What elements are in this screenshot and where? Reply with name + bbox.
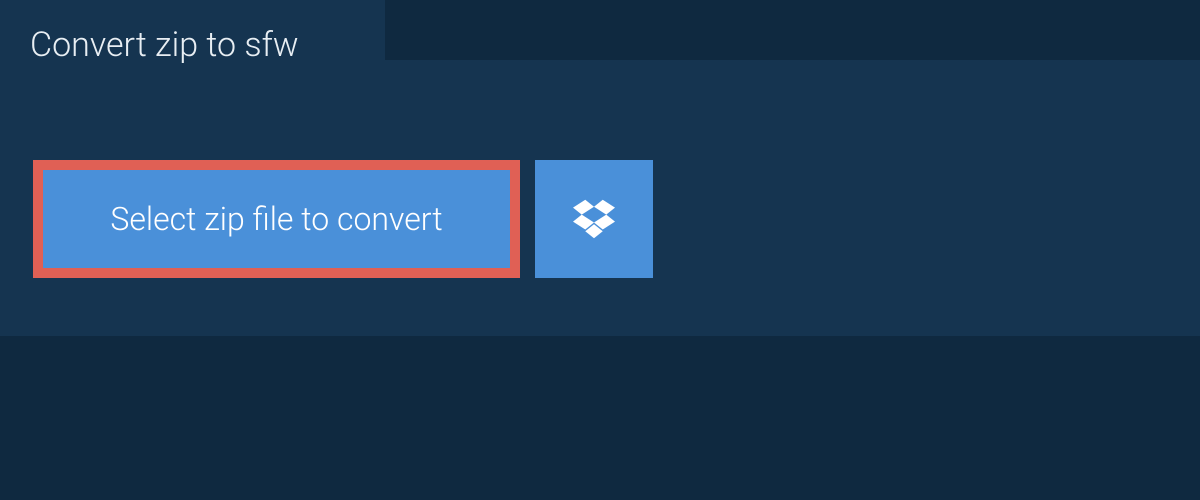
tab-convert: Convert zip to sfw: [0, 0, 385, 90]
converter-panel: Convert zip to sfw Select zip file to co…: [0, 60, 1200, 336]
dropbox-icon: [573, 199, 615, 239]
dropbox-button[interactable]: [535, 160, 653, 278]
select-file-button[interactable]: Select zip file to convert: [33, 160, 520, 278]
select-file-label: Select zip file to convert: [110, 200, 442, 238]
tab-label: Convert zip to sfw: [30, 25, 299, 65]
button-row: Select zip file to convert: [33, 160, 653, 278]
